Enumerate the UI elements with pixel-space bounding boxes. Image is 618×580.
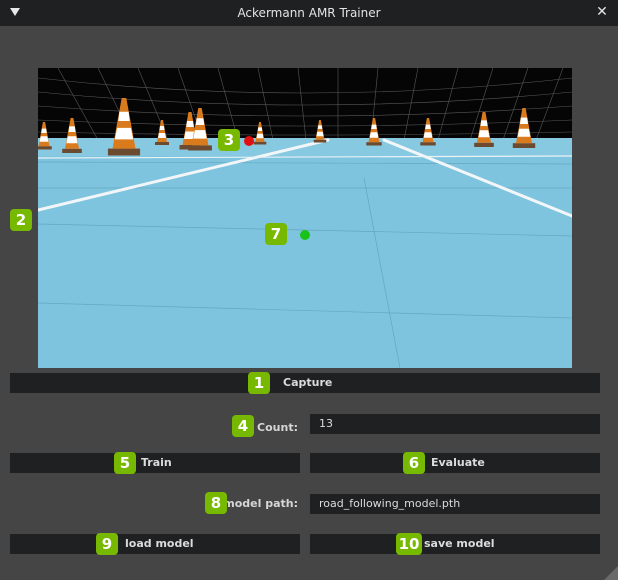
marker-badge-10: 10 — [396, 533, 422, 555]
camera-image — [38, 68, 572, 368]
marker-badge-1: 1 — [248, 372, 270, 394]
count-label: Count: — [257, 421, 298, 434]
save-model-button-label: save model — [424, 537, 495, 550]
green-target-dot[interactable] — [300, 230, 310, 240]
train-button[interactable]: Train — [10, 453, 300, 473]
marker-badge-9: 9 — [96, 533, 118, 555]
marker-badge-5: 5 — [114, 452, 136, 474]
load-model-button-label: load model — [125, 537, 194, 550]
marker-badge-7: 7 — [265, 223, 287, 245]
load-model-button[interactable]: load model — [10, 534, 300, 554]
trainer-window: Ackermann AMR Trainer ✕ 2 3 7 Capture 1 … — [0, 0, 618, 580]
marker-badge-2: 2 — [10, 209, 32, 231]
red-target-dot — [244, 136, 254, 146]
model-path-field[interactable]: road_following_model.pth — [310, 494, 600, 514]
save-model-button[interactable]: save model — [310, 534, 600, 554]
evaluate-button[interactable]: Evaluate — [310, 453, 600, 473]
count-value-field[interactable]: 13 — [310, 414, 600, 434]
train-button-label: Train — [141, 456, 172, 469]
capture-button-label: Capture — [283, 376, 333, 389]
resize-grip-icon[interactable] — [604, 566, 618, 580]
capture-button[interactable]: Capture — [10, 373, 600, 393]
marker-badge-4: 4 — [232, 415, 254, 437]
marker-badge-3: 3 — [218, 129, 240, 151]
evaluate-button-label: Evaluate — [431, 456, 485, 469]
marker-badge-6: 6 — [403, 452, 425, 474]
marker-badge-8: 8 — [205, 492, 227, 514]
close-icon[interactable]: ✕ — [594, 4, 610, 20]
window-title: Ackermann AMR Trainer — [237, 6, 381, 20]
camera-viewport[interactable] — [38, 68, 572, 368]
title-bar[interactable]: Ackermann AMR Trainer ✕ — [0, 0, 618, 26]
